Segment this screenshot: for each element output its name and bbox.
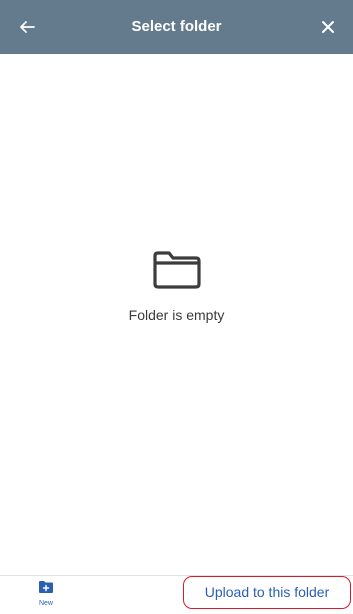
folder-icon [152,251,201,289]
select-folder-screen: Select folder Folder is empty New Upload… [0,0,353,614]
empty-message: Folder is empty [128,307,225,323]
page-title: Select folder [131,18,222,35]
close-button[interactable] [315,14,341,40]
folder-plus-icon [39,581,53,593]
new-folder-button[interactable]: New [26,580,66,607]
header-bar: Select folder [0,0,353,54]
upload-to-this-folder-button[interactable]: Upload to this folder [183,576,351,609]
bottom-bar: New Upload to this folder [0,575,353,614]
new-folder-label: New [38,600,53,607]
close-icon [322,21,334,33]
empty-state: Folder is empty [0,250,353,323]
